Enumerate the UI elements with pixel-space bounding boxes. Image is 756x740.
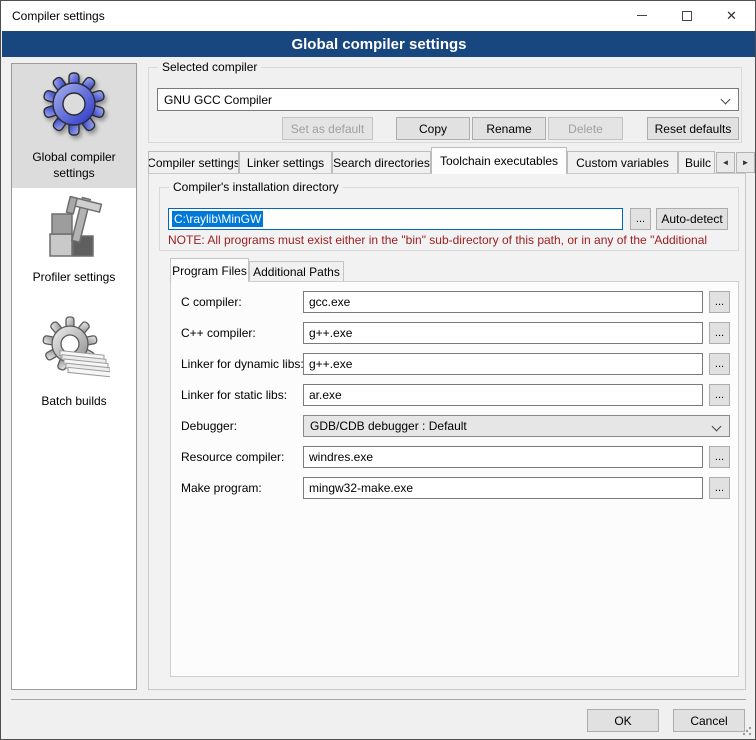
cancel-button[interactable]: Cancel xyxy=(673,709,745,732)
sidebar-item-label: Global compiler settings xyxy=(22,150,126,181)
minimize-button[interactable] xyxy=(619,1,664,30)
note-text: NOTE: All programs must exist either in … xyxy=(168,233,735,247)
tab-linker-settings[interactable]: Linker settings xyxy=(239,151,332,174)
tab-compiler-settings[interactable]: Compiler settings xyxy=(148,151,239,174)
auto-detect-button[interactable]: Auto-detect xyxy=(656,208,728,230)
selected-compiler-value: GNU GCC Compiler xyxy=(164,93,272,107)
chevron-down-icon xyxy=(712,422,722,432)
sidebar-item-batch-builds[interactable]: Batch builds xyxy=(12,314,136,409)
form-row: C compiler: ... xyxy=(171,291,740,314)
minimize-icon xyxy=(637,15,647,16)
program-files-page: C compiler: ... C++ compiler: ... Linker… xyxy=(170,281,739,677)
selected-compiler-group: Selected compiler GNU GCC Compiler Set a… xyxy=(148,67,742,143)
delete-button: Delete xyxy=(548,117,623,140)
close-icon: ✕ xyxy=(726,9,737,22)
installation-directory-input[interactable]: C:\raylib\MinGW xyxy=(168,208,623,230)
resource-compiler-browse-button[interactable]: ... xyxy=(709,446,730,468)
selected-compiler-legend: Selected compiler xyxy=(158,60,261,74)
make-program-browse-button[interactable]: ... xyxy=(709,477,730,499)
directory-browse-button[interactable]: ... xyxy=(630,208,651,230)
tab-scroll-left-button[interactable]: ◄ xyxy=(716,152,735,173)
maximize-icon xyxy=(682,11,692,21)
selected-compiler-select[interactable]: GNU GCC Compiler xyxy=(157,88,739,111)
caliper-icon xyxy=(42,196,106,268)
installation-directory-group: Compiler's installation directory C:\ray… xyxy=(159,187,739,251)
c-compiler-browse-button[interactable]: ... xyxy=(709,291,730,313)
make-program-label: Make program: xyxy=(181,477,262,499)
window-title: Compiler settings xyxy=(12,9,105,23)
tab-toolchain-executables[interactable]: Toolchain executables xyxy=(431,147,567,174)
form-row: Linker for dynamic libs: ... xyxy=(171,353,740,376)
linker-static-label: Linker for static libs: xyxy=(181,384,287,406)
c-compiler-input[interactable] xyxy=(303,291,703,313)
gray-gear-stack-icon xyxy=(38,314,110,386)
linker-static-input[interactable] xyxy=(303,384,703,406)
close-button[interactable]: ✕ xyxy=(709,1,754,30)
form-row: Make program: ... xyxy=(171,477,740,500)
make-program-input[interactable] xyxy=(303,477,703,499)
tab-build-options-truncated[interactable]: Builc xyxy=(678,151,715,174)
maximize-button[interactable] xyxy=(664,1,709,30)
arrow-right-icon: ► xyxy=(742,158,750,167)
debugger-select[interactable]: GDB/CDB debugger : Default xyxy=(303,415,730,437)
cpp-compiler-label: C++ compiler: xyxy=(181,322,256,344)
linker-static-browse-button[interactable]: ... xyxy=(709,384,730,406)
resource-compiler-label: Resource compiler: xyxy=(181,446,284,468)
title-bar[interactable]: Compiler settings ✕ xyxy=(1,1,755,31)
cpp-compiler-input[interactable] xyxy=(303,322,703,344)
arrow-left-icon: ◄ xyxy=(722,158,730,167)
footer-divider xyxy=(11,699,746,700)
ok-button[interactable]: OK xyxy=(587,709,659,732)
resource-compiler-input[interactable] xyxy=(303,446,703,468)
tab-search-directories[interactable]: Search directories xyxy=(332,151,431,174)
sidebar-item-profiler-settings[interactable]: Profiler settings xyxy=(12,194,136,304)
subtab-program-files[interactable]: Program Files xyxy=(170,258,249,282)
compiler-settings-dialog: Compiler settings ✕ Global compiler sett… xyxy=(0,0,756,740)
copy-button[interactable]: Copy xyxy=(396,117,470,140)
tab-scroll-right-button[interactable]: ► xyxy=(736,152,755,173)
toolchain-executables-page: Compiler's installation directory C:\ray… xyxy=(148,173,746,690)
form-row: Debugger: GDB/CDB debugger : Default xyxy=(171,415,740,438)
cpp-compiler-browse-button[interactable]: ... xyxy=(709,322,730,344)
debugger-label: Debugger: xyxy=(181,415,237,437)
settings-category-list: Global compiler settings Profiler settin… xyxy=(11,63,137,690)
c-compiler-label: C compiler: xyxy=(181,291,242,313)
set-as-default-button: Set as default xyxy=(282,117,373,140)
subtab-additional-paths[interactable]: Additional Paths xyxy=(249,261,344,282)
form-row: Resource compiler: ... xyxy=(171,446,740,469)
reset-defaults-button[interactable]: Reset defaults xyxy=(647,117,739,140)
tab-custom-variables[interactable]: Custom variables xyxy=(567,151,678,174)
linker-dynamic-label: Linker for dynamic libs: xyxy=(181,353,304,375)
page-title: Global compiler settings xyxy=(2,31,756,57)
chevron-down-icon xyxy=(721,95,731,105)
sidebar-item-label: Profiler settings xyxy=(22,270,126,286)
form-row: Linker for static libs: ... xyxy=(171,384,740,407)
blue-gear-icon xyxy=(40,70,108,138)
sidebar-item-global-compiler-settings[interactable]: Global compiler settings xyxy=(12,64,136,188)
selected-text: C:\raylib\MinGW xyxy=(172,211,263,227)
debugger-value: GDB/CDB debugger : Default xyxy=(310,419,467,433)
resize-grip[interactable] xyxy=(742,726,752,736)
installation-directory-legend: Compiler's installation directory xyxy=(169,180,343,194)
linker-dynamic-browse-button[interactable]: ... xyxy=(709,353,730,375)
rename-button[interactable]: Rename xyxy=(472,117,546,140)
form-row: C++ compiler: ... xyxy=(171,322,740,345)
sidebar-item-label: Batch builds xyxy=(22,394,126,410)
linker-dynamic-input[interactable] xyxy=(303,353,703,375)
